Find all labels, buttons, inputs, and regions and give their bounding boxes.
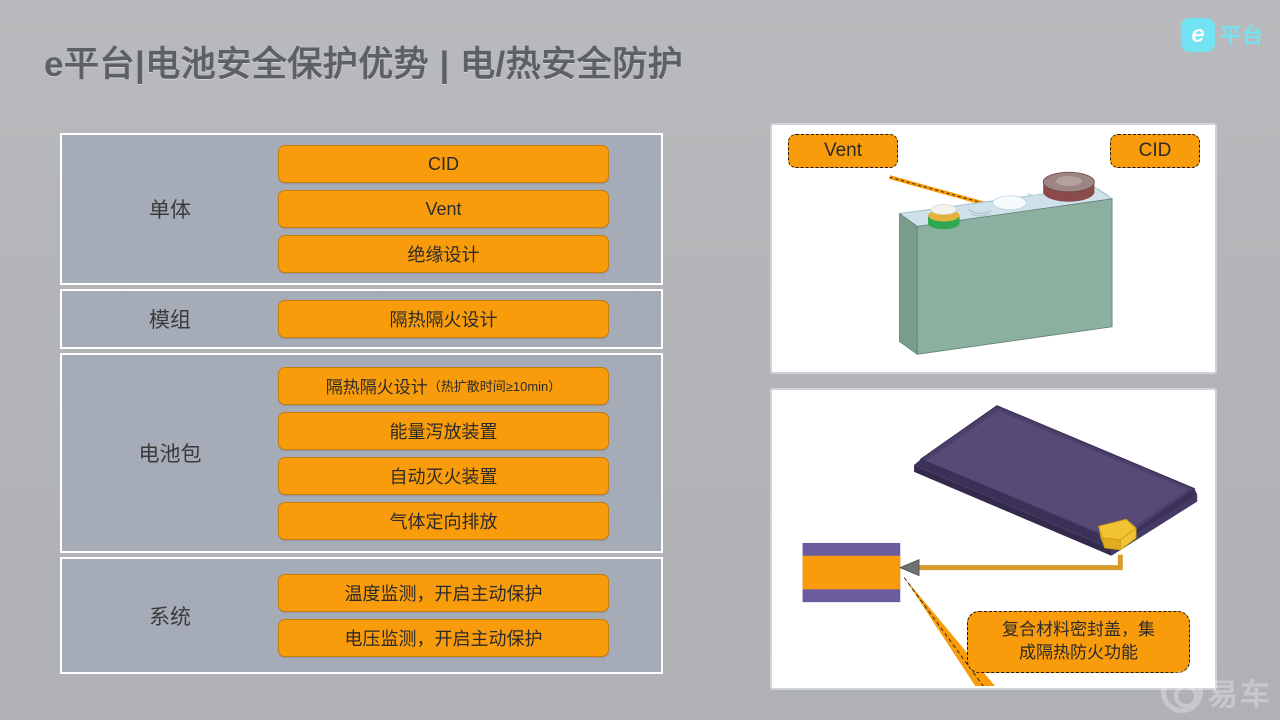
callout-vent: Vent [788,134,898,168]
chip-voltage-monitoring[interactable]: 电压监测，开启主动保护 [278,619,609,657]
matrix-row-module: 模组 隔热隔火设计 [60,289,663,349]
vent-score-line-3 [1027,193,1040,196]
chip-insulation-design[interactable]: 绝缘设计 [278,235,609,273]
section-connector-arrowhead [898,558,920,577]
callout-composite-seal-cover: 复合材料密封盖，集 成隔热防火功能 [967,611,1190,673]
cell-left-face [899,212,918,356]
matrix-row-pack: 电池包 隔热隔火设计 （热扩散时间≥10min） 能量泻放装置 自动灭火装置 气… [60,353,663,553]
matrix-row-label: 电池包 [138,443,202,466]
page-title: e平台|电池安全保护优势 | 电/热安全防护 [44,45,684,84]
chip-note-text: （热扩散时间≥10min） [427,379,562,394]
pouch-tab-front [1102,537,1121,551]
chip-energy-release-device[interactable]: 能量泻放装置 [278,411,609,450]
callout-line-1: 复合材料密封盖，集 [1002,620,1155,640]
matrix-row-system: 系统 温度监测，开启主动保护 电压监测，开启主动保护 [60,557,663,674]
safety-matrix: 单体 CID Vent 绝缘设计 模组 隔热隔火设计 电池包 隔热隔火设计 （热… [60,133,663,690]
watermark-label: 易车 [1208,679,1272,712]
matrix-row-label: 模组 [149,309,191,332]
watermark: 易车 [1161,670,1272,714]
cid-disc-inner [1055,176,1082,187]
chip-directional-gas-venting[interactable]: 气体定向排放 [278,501,609,540]
matrix-row-items: 隔热隔火设计 （热扩散时间≥10min） 能量泻放装置 自动灭火装置 气体定向排… [278,366,661,540]
brand-logo-label: 平台 [1220,25,1264,48]
callout-line-2: 成隔热防火功能 [1019,643,1138,662]
chip-pack-thermal-barrier[interactable]: 隔热隔火设计 （热扩散时间≥10min） [278,366,609,405]
chip-temperature-monitoring[interactable]: 温度监测，开启主动保护 [278,574,609,612]
matrix-row-items: CID Vent 绝缘设计 [278,145,661,273]
yiche-logo-icon [1161,671,1203,713]
matrix-row-label: 单体 [149,199,191,222]
chip-auto-fire-suppression[interactable]: 自动灭火装置 [278,456,609,495]
chip-main-text: 隔热隔火设计 [325,378,428,397]
chip-vent[interactable]: Vent [278,190,609,228]
matrix-row-items: 温度监测，开启主动保护 电压监测，开启主动保护 [278,574,661,657]
vent-terminal-cap [930,204,957,215]
matrix-row-items: 隔热隔火设计 [278,300,661,338]
matrix-row-cell: 单体 CID Vent 绝缘设计 [60,133,663,285]
matrix-row-label: 系统 [149,605,191,629]
chip-cid[interactable]: CID [278,145,609,183]
page-header: e平台|电池安全保护优势 | 电/热安全防护 e 平台 [0,0,1280,100]
section-connector-line [919,554,1123,571]
chip-module-thermal-barrier[interactable]: 隔热隔火设计 [278,300,609,338]
e-platform-icon: e [1181,18,1215,52]
callout-cid: CID [1110,134,1200,168]
brand-logo: e 平台 [1181,18,1264,52]
vent-oval [992,195,1027,211]
section-inner-layer [802,555,901,590]
